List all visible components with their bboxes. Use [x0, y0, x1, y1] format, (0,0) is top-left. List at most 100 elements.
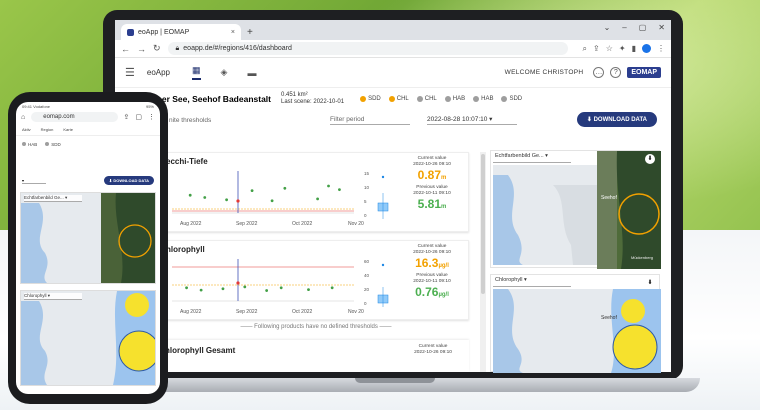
phone-map-layer-select[interactable]: Chlorophyll ▾: [24, 293, 82, 300]
new-tab-button[interactable]: +: [247, 27, 253, 38]
map-overview: [493, 165, 597, 265]
x-tick-label: Oct 2022: [292, 309, 313, 315]
profile-avatar[interactable]: [642, 44, 651, 53]
data-point-current: [236, 199, 240, 203]
phone-tab[interactable]: Region: [41, 127, 54, 132]
map-place-label-2: Mückenberg: [631, 255, 654, 260]
browser-tab[interactable]: eoApp | EOMAP ×: [121, 24, 241, 40]
eomap-logo: EOMAP: [627, 67, 661, 78]
tabs-icon[interactable]: ▢: [135, 113, 142, 121]
data-point: [265, 289, 269, 292]
current-value: 0.87m: [402, 168, 462, 185]
map-card-truecolor[interactable]: Echtfarbenbild Ge... ▾ Seehof Mückenberg…: [490, 150, 661, 269]
layers-icon[interactable]: ◈: [221, 67, 228, 78]
app-brand[interactable]: eoApp: [147, 68, 170, 77]
product-chip[interactable]: HAB: [473, 96, 493, 102]
data-point: [221, 287, 225, 291]
sidebar-icon[interactable]: ▮: [632, 44, 636, 53]
value-panel: Current value 2022-10-26 09:10 16.3µg/l …: [402, 244, 462, 302]
extensions-icon[interactable]: ✦: [619, 44, 626, 53]
minimize-icon[interactable]: –: [622, 23, 626, 32]
phone-download-button[interactable]: ⬇ DOWNLOAD DATA: [103, 176, 154, 185]
x-tick-label: Oct 2022: [292, 221, 313, 227]
url-text: eoapp.de/#/regions/416/dashboard: [183, 45, 292, 52]
map-layer-value: Echtfarbenbild Ge...: [495, 153, 544, 159]
laptop-notch: [355, 378, 435, 383]
folder-icon[interactable]: ▬: [247, 68, 256, 78]
timeseries-chart: Aug 2022 Sep 2022 Oct 2022 Nov 20: [172, 171, 364, 227]
phone-filter-select[interactable]: ▾: [22, 178, 46, 184]
product-chip[interactable]: CHL: [416, 96, 437, 102]
satellite-map[interactable]: [597, 151, 661, 269]
reload-icon[interactable]: ↻: [153, 43, 161, 54]
tab-close-icon[interactable]: ×: [231, 29, 235, 36]
phone-map2-value: Chlorophyll: [24, 293, 47, 298]
product-chip[interactable]: CHL: [388, 96, 409, 102]
product-card-secchi[interactable]: ecchi-Tiefe Aug 2022 Sep 2022 Oct 2022 Nov …: [163, 152, 469, 232]
product-chip[interactable]: SDD: [360, 96, 381, 102]
phone-tab[interactable]: Aktiv: [22, 127, 31, 132]
phone-chips: HAB SDD: [16, 136, 160, 152]
url-field[interactable]: 🔒︎ eoapp.de/#/regions/416/dashboard: [167, 42, 568, 55]
share-icon[interactable]: ⇪: [593, 44, 600, 53]
phone-chip[interactable]: HAB: [22, 142, 37, 147]
chevron-down-icon[interactable]: ⌄: [604, 23, 611, 32]
maximize-icon[interactable]: ▢: [639, 23, 647, 32]
zoom-icon[interactable]: ⌕: [583, 44, 587, 54]
more-menu-icon[interactable]: ⋮: [148, 113, 155, 121]
card-title: hlorophyll Gesamt: [165, 346, 236, 355]
box-tick-label: 15: [364, 171, 370, 176]
map-layer-value: Chlorophyll: [495, 277, 523, 283]
phone-download-label: DOWNLOAD DATA: [113, 178, 149, 183]
product-card-chl-total[interactable]: hlorophyll Gesamt Current value 2022-10-…: [163, 340, 469, 372]
dashboard-grid-icon[interactable]: ▦: [192, 65, 201, 80]
browser-tabbar: eoApp | EOMAP × + ⌄ – ▢ ✕: [115, 20, 671, 40]
phone-chip[interactable]: SDD: [45, 142, 61, 147]
phone-map-chlorophyll[interactable]: Chlorophyll ▾: [20, 290, 156, 386]
download-map-icon[interactable]: ⬇: [645, 154, 655, 164]
chip-label: HAB: [452, 96, 466, 102]
close-window-icon[interactable]: ✕: [658, 23, 665, 32]
welcome-text: WELCOME CHRISTOPH: [504, 69, 584, 76]
scroll-thumb[interactable]: [481, 154, 485, 294]
region-name: riner See, Seehof Badeanstalt: [151, 94, 271, 104]
data-point: [327, 184, 330, 188]
hamburger-menu-icon[interactable]: ☰: [125, 66, 135, 79]
home-icon[interactable]: ⌂: [21, 114, 25, 121]
panel-scrollbar[interactable]: [480, 152, 486, 372]
box-tick-label: 60: [364, 259, 370, 264]
map-layer-select[interactable]: Echtfarbenbild Ge... ▾: [493, 153, 571, 163]
download-map-icon[interactable]: ⬇: [645, 278, 655, 288]
phone-url-field[interactable]: eomap.com: [31, 112, 118, 122]
phone-map-image: [21, 193, 155, 283]
filter-period-input[interactable]: Filter period: [330, 116, 410, 125]
data-point: [185, 286, 188, 290]
product-chip[interactable]: SDD: [501, 96, 522, 102]
more-menu-icon[interactable]: ⋮: [657, 44, 665, 53]
x-tick-label: Sep 2022: [236, 309, 258, 315]
chip-label: HAB: [28, 141, 38, 147]
back-arrow-icon[interactable]: ←: [121, 44, 130, 54]
star-icon[interactable]: ☆: [606, 44, 613, 53]
phone-tab[interactable]: Karte: [63, 127, 73, 132]
help-icon[interactable]: ?: [610, 67, 622, 78]
data-point: [338, 188, 341, 192]
product-card-chlorophyll[interactable]: hlorophyll Aug 2022 Sep 2022 Oct 2022 Nov 2…: [163, 240, 469, 320]
product-cards: ecchi-Tiefe Aug 2022 Sep 2022 Oct 2022 Nov …: [163, 152, 469, 328]
previous-unit: m: [441, 204, 447, 210]
forward-arrow-icon[interactable]: →: [137, 44, 146, 54]
map-card-chlorophyll[interactable]: Chlorophyll ▾ Seehof ⬇: [490, 274, 661, 373]
product-chip[interactable]: HAB: [444, 96, 466, 102]
date-select[interactable]: 2022-08-28 10:07:10 ▾: [427, 115, 517, 125]
download-data-button[interactable]: ⬇ DOWNLOAD DATA: [576, 112, 657, 127]
phone-map-truecolor[interactable]: Echtfarbenbild Ge... ▾: [20, 192, 156, 284]
share-icon[interactable]: ⇪: [124, 113, 130, 121]
outlier: [381, 175, 385, 179]
box-tick-label: 10: [364, 185, 370, 190]
chlorophyll-map[interactable]: [493, 289, 661, 373]
phone-map-layer-select[interactable]: Echtfarbenbild Ge... ▾: [24, 195, 82, 202]
thresholds-toggle-label[interactable]: nite thresholds: [169, 117, 211, 124]
map-layer-select[interactable]: Chlorophyll ▾: [493, 277, 571, 287]
chat-icon[interactable]: …: [593, 67, 605, 78]
chip-dot-icon: [416, 96, 423, 102]
